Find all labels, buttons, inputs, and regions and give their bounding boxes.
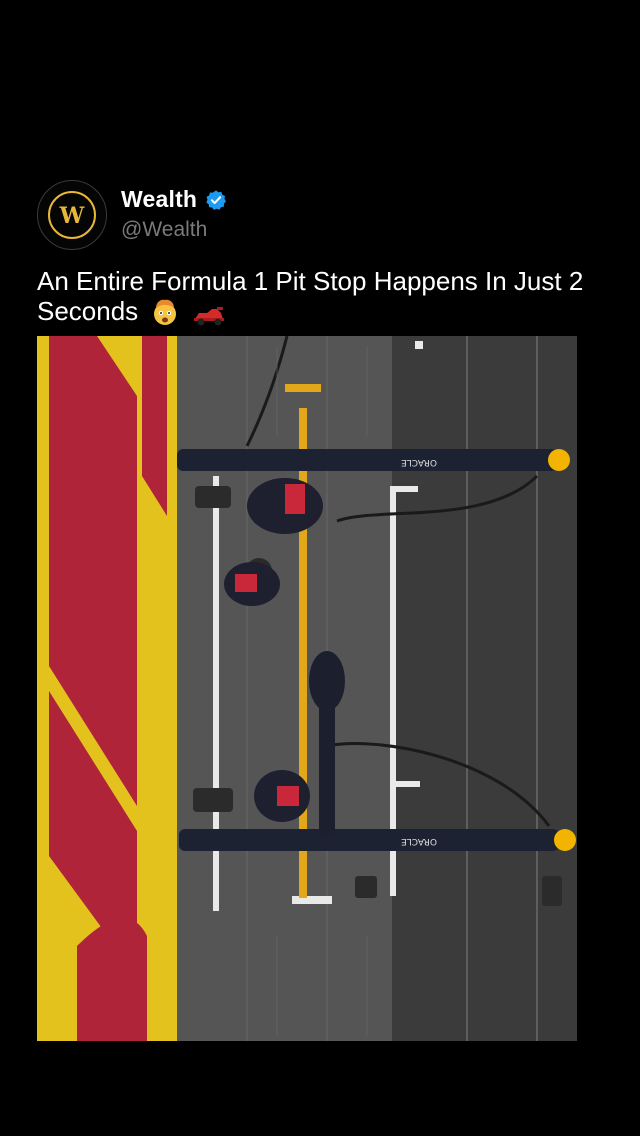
svg-text:W: W	[59, 203, 85, 229]
pit-stop-video[interactable]: ORACLE ORACLE	[37, 336, 577, 1041]
author-row: Wealth	[121, 186, 227, 213]
display-name[interactable]: Wealth	[121, 186, 197, 213]
racing-car-emoji	[193, 307, 224, 326]
handle[interactable]: @Wealth	[121, 218, 207, 242]
verified-badge-icon	[206, 189, 227, 210]
post-caption: An Entire Formula 1 Pit Stop Happens In …	[37, 266, 617, 326]
pitwall-logo-top: ORACLE	[401, 457, 437, 467]
exploding-head-emoji	[154, 299, 177, 325]
avatar[interactable]: W	[37, 180, 107, 250]
caption-text: An Entire Formula 1 Pit Stop Happens In …	[37, 266, 584, 326]
wealth-logo-icon: W	[48, 191, 96, 239]
pitwall-logo-bottom: ORACLE	[401, 836, 437, 846]
pit-stop-aerial-photo: ORACLE ORACLE	[37, 336, 577, 1041]
